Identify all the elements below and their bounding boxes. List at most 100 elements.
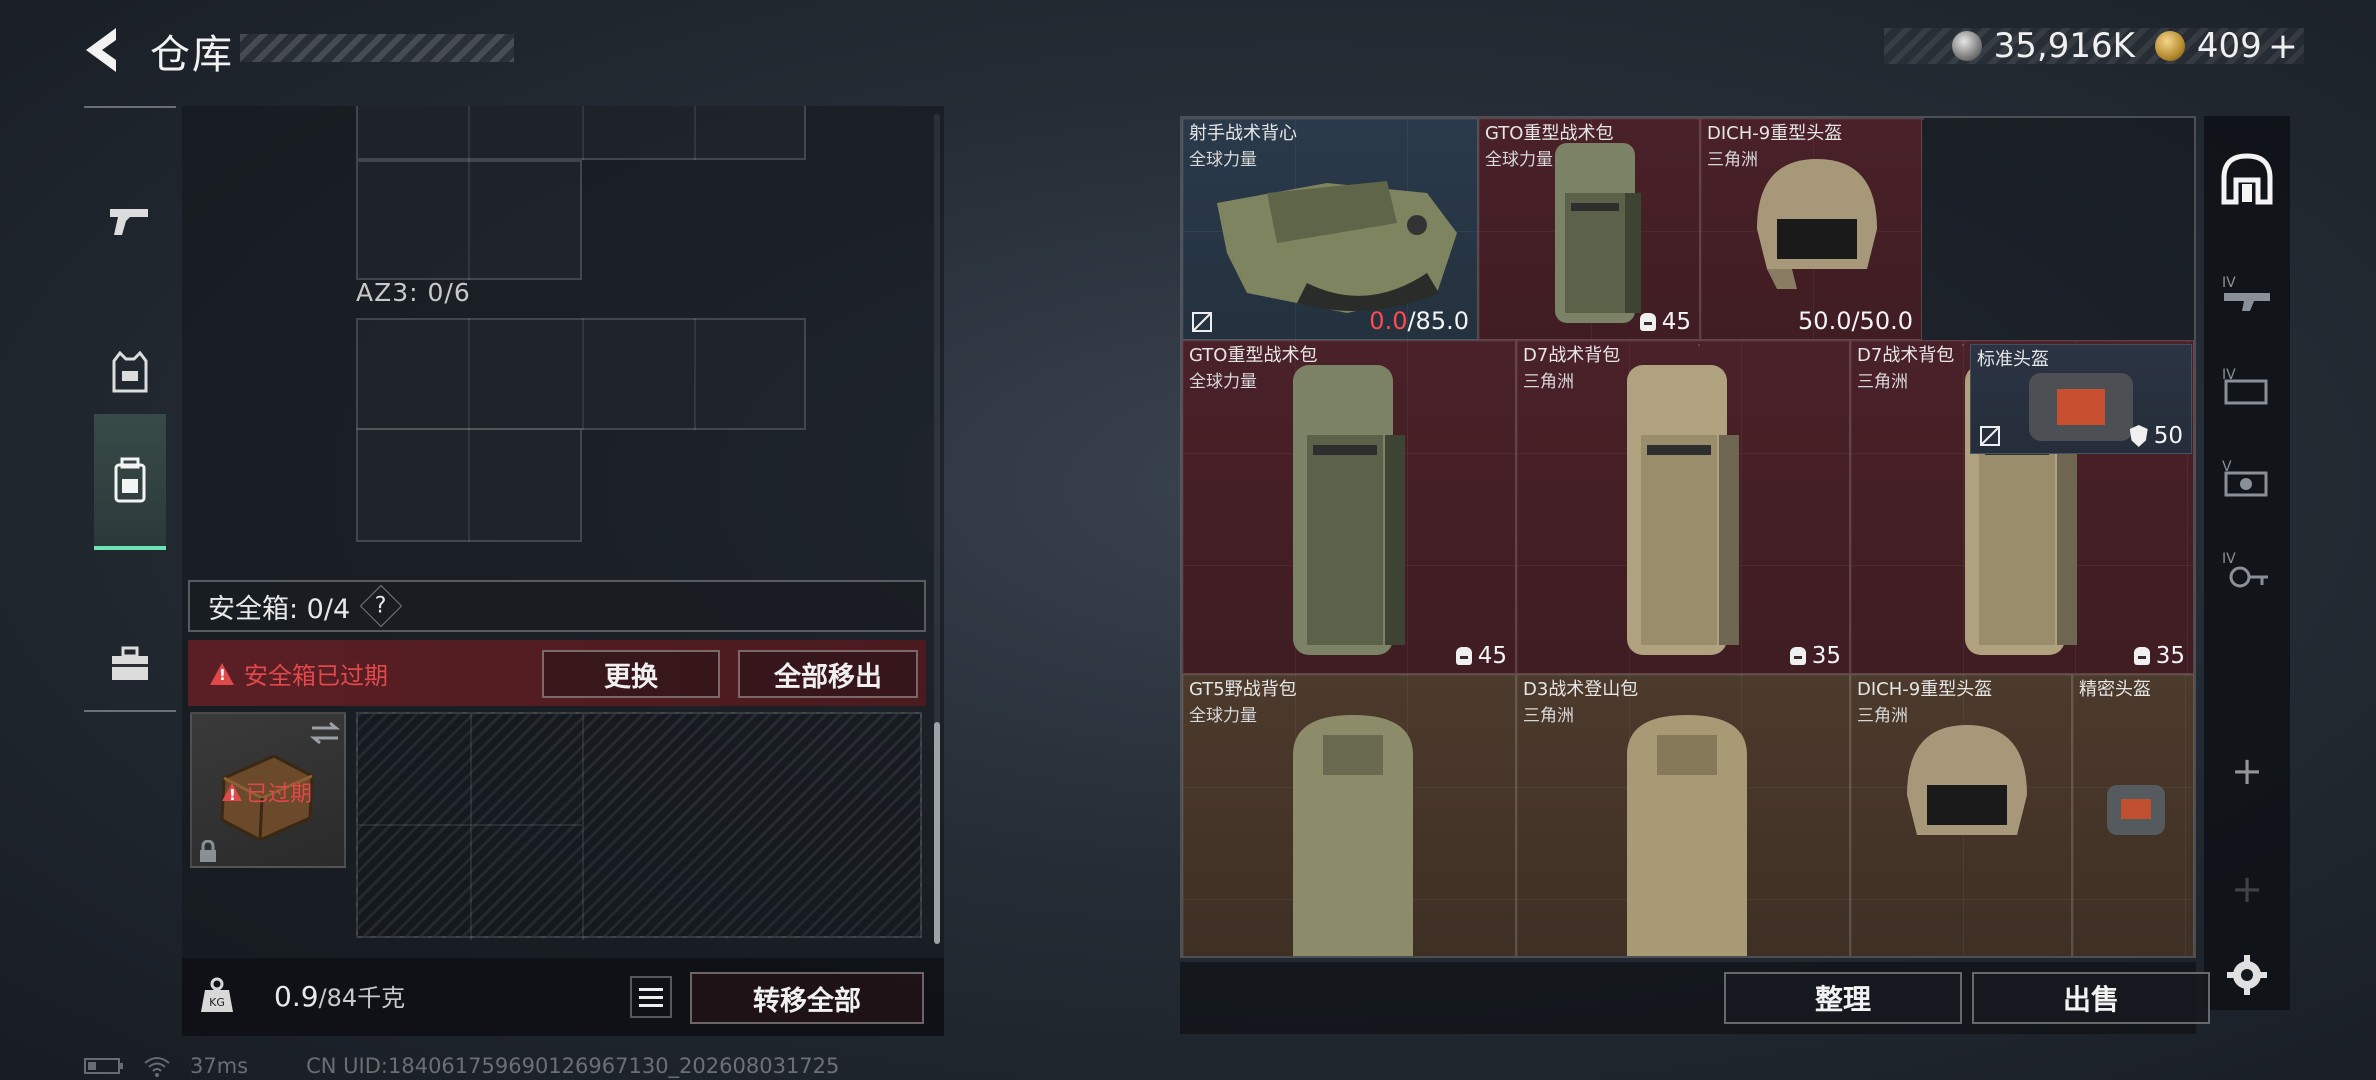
help-button[interactable]: ? [359,584,403,628]
stash-page-4c[interactable]: IV [2218,540,2276,598]
back-arrow-icon [86,28,116,72]
sell-button[interactable]: 出售 [1972,972,2210,1024]
organize-button[interactable]: 整理 [1724,972,1962,1024]
settings-button[interactable] [2218,946,2276,1004]
stash-page-rail: IV IV V IV + + [2204,116,2290,1010]
wifi-icon [144,1057,170,1077]
svg-text:IV: IV [2222,551,2236,567]
shield-icon [2129,425,2148,447]
item-name: DICH-9重型头盔 [1857,679,1993,700]
weight-readout: 0.9/84千克 [274,978,405,1013]
item-faction: 全球力量 [1485,150,1553,170]
spacer [1962,344,1964,346]
expired-warning: 安全箱已过期 [210,656,388,691]
case-expired-label: 已过期 [222,776,312,808]
az3-grid [356,318,806,544]
stash-item[interactable]: D7战术背包 三角洲 35 [1516,340,1850,674]
back-button[interactable] [80,22,130,78]
item-durability: 0.0/85.0 [1369,307,1469,335]
item-faction: 三角洲 [1523,372,1574,392]
safe-box-header: 安全箱: 0/4 ? [188,580,926,632]
item-name: D7战术背包 [1523,345,1621,366]
spacer [1922,118,1924,120]
item-name: GTO重型战术包 [1189,345,1318,366]
weight-row: KG 0.9/84千克 转移全部 [182,958,944,1036]
left-scrollbar[interactable] [934,722,940,944]
stash-item[interactable]: GTO重型战术包 全球力量 45 [1182,340,1516,674]
folder-page-icon: IV [2222,367,2268,405]
silver-amount: 35,916K [1993,26,2135,66]
capacity-icon [2133,647,2150,665]
item-faction: 三角洲 [1707,150,1758,170]
left-category-rail [84,106,176,712]
item-faction: 全球力量 [1189,706,1257,726]
swap-icon [309,721,341,745]
stash-item[interactable]: 精密头盔 [2072,674,2194,956]
helmet-image [1907,725,2027,835]
safe-box-grid-locked [356,712,922,940]
tab-weapons[interactable] [94,154,166,290]
tab-toolbox[interactable] [94,596,166,732]
stash-page-5[interactable]: V [2218,448,2276,506]
stash-item[interactable]: D3战术登山包 三角洲 [1516,674,1850,956]
stash-item[interactable]: GTO重型战术包 全球力量 45 [1478,118,1700,340]
vest-icon [112,351,148,393]
backpack-image [1293,715,1413,956]
key-page-icon: IV [2222,551,2268,588]
backpack-icon [114,457,146,503]
capacity-icon [1639,313,1656,331]
gold-coin-icon [2154,31,2185,61]
warning-icon [210,662,234,685]
stash-page-4b[interactable]: IV [2218,356,2276,414]
safe-box-expired-bar: 安全箱已过期 更换 全部移出 [188,640,926,706]
spacer [1698,344,1700,346]
helmet-image [2107,785,2165,835]
move-all-out-button[interactable]: 全部移出 [738,650,918,698]
svg-text:IV: IV [2222,275,2236,291]
item-name: GT5野战背包 [1189,679,1297,700]
backpack-image [1555,143,1641,323]
stash-item[interactable]: 标准头盔 50 [1970,344,2192,454]
rifle-page-icon: IV [2222,275,2270,311]
stash-page-4a[interactable]: IV [2218,264,2276,322]
item-durability: 50.0/50.0 [1798,307,1913,335]
pistol-icon [110,209,148,235]
tab-backpack[interactable] [94,414,166,550]
item-faction: 三角洲 [1857,372,1908,392]
stash-item[interactable]: DICH-9重型头盔 三角洲 [1850,674,2072,956]
transfer-all-button[interactable]: 转移全部 [690,972,924,1024]
uid-readout: CN UID:18406175969012696713​0_2026080317… [306,1054,840,1078]
item-name: D7战术背包 [1857,345,1955,366]
backpack-image [1627,365,1739,655]
item-capacity: 45 [1639,309,1691,335]
lock-icon [200,840,216,862]
item-name: DICH-9重型头盔 [1707,123,1843,144]
stash-item[interactable]: DICH-9重型头盔 三角洲 50.0/50.0 [1700,118,1922,340]
capacity-icon [1455,647,1472,665]
item-name: GTO重型战术包 [1485,123,1614,144]
stash-grid: 射手战术背心 全球力量 0.0/85.0 GTO重型战术包 全球力量 45 DI… [1180,116,2196,958]
weight-icon: KG [194,972,240,1018]
backpack-image [1293,365,1405,655]
list-view-button[interactable] [630,976,672,1018]
item-faction: 三角洲 [1857,706,1908,726]
add-page-button[interactable]: + [2218,742,2276,800]
item-name: D3战术登山包 [1523,679,1639,700]
stash-item[interactable]: 射手战术背心 全球力量 0.0/85.0 [1182,118,1478,340]
az3-capacity-label: AZ3: 0/6 [356,278,471,307]
pouch-grid-upper [356,106,806,280]
camera-page-icon: V [2222,459,2268,497]
stash-page-main[interactable] [2218,150,2276,208]
helmet-case-image [2029,373,2133,441]
safe-box-capacity: 安全箱: 0/4 [208,593,351,625]
stash-item[interactable]: GT5野战背包 全球力量 [1182,674,1516,956]
battery-icon [84,1058,123,1074]
currency-bar: 35,916K 409 + [1884,26,2304,67]
safe-case-slot[interactable]: 已过期 [190,712,346,868]
add-currency-button[interactable]: + [2268,26,2298,67]
case-expired-text: 已过期 [246,782,313,807]
capacity-icon [1789,647,1806,665]
status-line: 37ms CN UID:18406175969012696713​0_20260… [84,1054,839,1078]
replace-button[interactable]: 更换 [542,650,720,698]
gear-icon [2227,955,2267,995]
